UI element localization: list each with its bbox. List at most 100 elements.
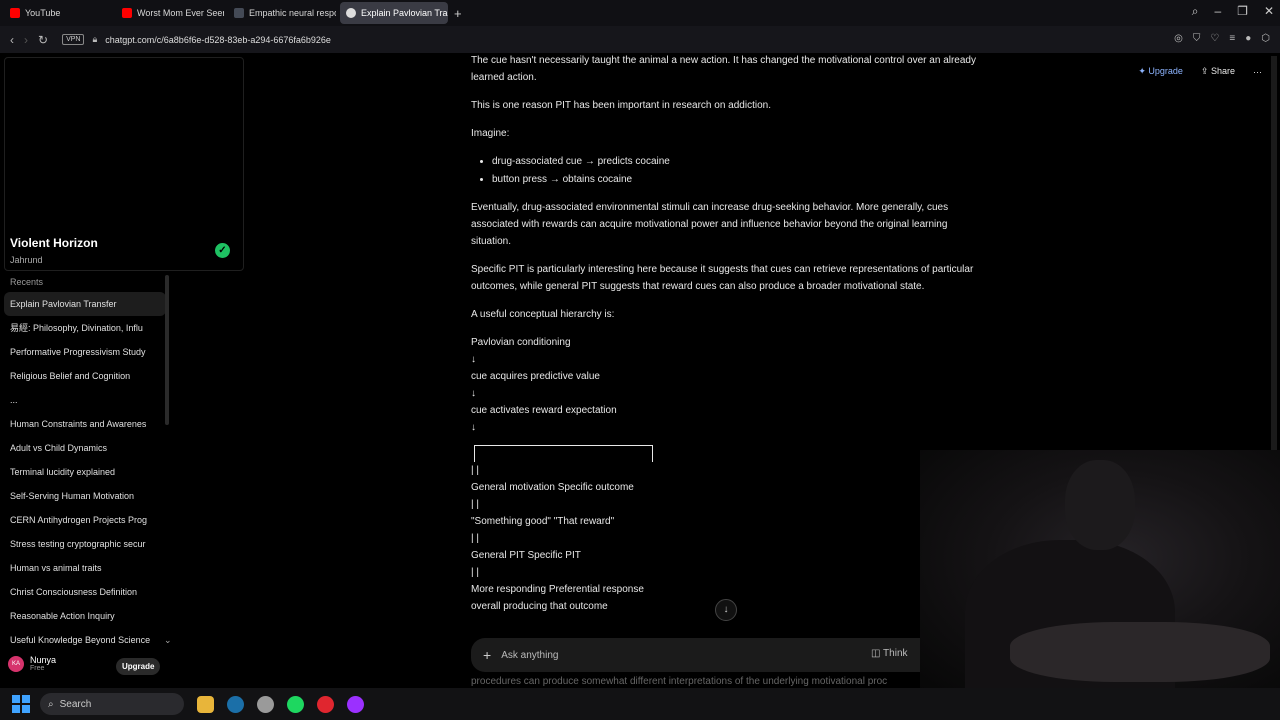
scroll-to-bottom-button[interactable]: ↓ xyxy=(715,599,737,621)
message-paragraph: A useful conceptual hierarchy is: xyxy=(471,309,615,320)
address-bar-actions: ◎ ⛉ ♡ ≡ ● ⬡ xyxy=(1174,33,1270,44)
new-tab-button[interactable]: + xyxy=(454,6,462,21)
chatgpt-icon xyxy=(346,8,356,18)
opera-icon[interactable] xyxy=(317,695,334,713)
lock-icon[interactable]: 🔒︎ xyxy=(92,34,97,45)
upgrade-label: Upgrade xyxy=(1148,66,1183,76)
extension-icon[interactable]: ⬡ xyxy=(1261,33,1270,44)
tab-title: Empathic neural response xyxy=(249,8,336,18)
more-options-button[interactable]: ··· xyxy=(1253,67,1262,77)
webcam-person-head xyxy=(1065,460,1135,550)
hierarchy-line: ↓ xyxy=(471,354,476,365)
page-scrollbar[interactable] xyxy=(1271,56,1277,450)
header-actions: ✦ Upgrade ⇪ Share ··· xyxy=(1138,66,1262,77)
minimize-icon[interactable]: – xyxy=(1214,4,1221,19)
url-field[interactable]: chatgpt.com/c/6a8b6f6e-d528-83eb-a294-66… xyxy=(105,35,331,45)
recent-chat[interactable]: Human vs animal traits xyxy=(4,556,166,580)
tab-worst-mom[interactable]: Worst Mom Ever Seen on xyxy=(116,2,224,24)
bullet-list: drug-associated cue → predicts cocaine b… xyxy=(492,153,986,188)
camera-icon[interactable]: ◎ xyxy=(1174,33,1183,44)
close-icon[interactable]: ✕ xyxy=(1264,4,1274,19)
recent-chat[interactable]: Reasonable Action Inquiry xyxy=(4,604,166,628)
recent-chat[interactable]: Religious Belief and Cognition xyxy=(4,364,166,388)
taskbar-search[interactable]: ⌕ Search xyxy=(40,693,184,715)
recent-chat[interactable]: Stress testing cryptographic secur xyxy=(4,532,166,556)
think-label: Think xyxy=(883,648,908,659)
hierarchy-line: ↓ xyxy=(471,422,476,433)
address-bar: ‹ › ↻ VPN 🔒︎ chatgpt.com/c/6a8b6f6e-d528… xyxy=(0,26,1280,53)
recent-chat[interactable]: Terminal lucidity explained xyxy=(4,460,166,484)
recent-chat[interactable]: ... xyxy=(4,388,166,412)
list-item: drug-associated cue → predicts cocaine xyxy=(492,153,986,170)
search-icon: ⌕ xyxy=(48,698,54,710)
tab-youtube[interactable]: YouTube xyxy=(4,2,112,24)
tab-title: YouTube xyxy=(25,8,61,18)
profile-icon[interactable]: ● xyxy=(1245,33,1251,44)
menu-icon[interactable]: ≡ xyxy=(1229,33,1235,44)
hierarchy-line: | | xyxy=(471,567,479,578)
restore-icon[interactable]: ❐ xyxy=(1237,4,1248,19)
recent-chat[interactable]: Self-Serving Human Motivation xyxy=(4,484,166,508)
user-menu[interactable]: KA Nunya Free xyxy=(8,655,56,672)
check-icon: ✓ xyxy=(215,243,230,258)
conceptual-hierarchy: Pavlovian conditioning ↓ cue acquires pr… xyxy=(471,334,986,615)
document-icon xyxy=(234,8,244,18)
shield-icon[interactable]: ⛉ xyxy=(1193,33,1201,44)
truncated-text: procedures can produce somewhat differen… xyxy=(471,676,888,687)
recent-chat[interactable]: Christ Consciousness Definition xyxy=(4,580,166,604)
add-attachment-button[interactable]: + xyxy=(483,647,491,663)
share-button[interactable]: ⇪ Share xyxy=(1201,66,1235,77)
hierarchy-line: | | xyxy=(471,533,479,544)
prompt-input[interactable] xyxy=(501,649,842,661)
chevron-down-icon[interactable]: ⌄ xyxy=(164,635,172,646)
browser-tab-bar: YouTube Worst Mom Ever Seen on Empathic … xyxy=(0,0,1280,26)
webcam-overlay xyxy=(920,450,1280,690)
recent-chat[interactable]: CERN Antihydrogen Projects Prog xyxy=(4,508,166,532)
recent-chat[interactable]: Performative Progressivism Study xyxy=(4,340,166,364)
recent-chat[interactable]: Human Constraints and Awarenes xyxy=(4,412,166,436)
sidebar-scrollbar[interactable] xyxy=(165,275,169,425)
recent-chat[interactable]: Explain Pavlovian Transfer xyxy=(4,292,166,316)
youtube-icon xyxy=(10,8,20,18)
steam-icon[interactable] xyxy=(227,695,244,713)
vpn-badge[interactable]: VPN xyxy=(62,34,85,45)
search-label: Search xyxy=(59,698,92,710)
reload-icon[interactable]: ↻ xyxy=(38,33,48,47)
message-paragraph: This is one reason PIT has been importan… xyxy=(471,100,771,111)
hierarchy-branch-line xyxy=(474,445,653,462)
file-explorer-icon[interactable] xyxy=(197,695,214,713)
message-paragraph: Eventually, drug-associated environmenta… xyxy=(471,202,949,247)
upgrade-button[interactable]: Upgrade xyxy=(116,658,161,675)
windows-start-icon[interactable] xyxy=(12,695,30,713)
tab-explain-pavlovian[interactable]: Explain Pavlovian Transfer xyxy=(340,2,448,24)
user-name: Nunya xyxy=(30,655,57,665)
app-icon[interactable] xyxy=(257,695,274,713)
share-label: Share xyxy=(1210,66,1235,76)
webcam-person-arm xyxy=(1010,622,1270,682)
recent-chat[interactable]: Useful Knowledge Beyond Science xyxy=(4,628,166,652)
recent-chat[interactable]: 易經: Philosophy, Divination, Influ xyxy=(4,316,166,340)
think-button[interactable]: ◫ Think xyxy=(871,648,908,659)
hierarchy-line: cue activates reward expectation xyxy=(471,405,617,416)
opera-gx-icon[interactable] xyxy=(347,695,364,713)
search-icon[interactable]: ⌕ xyxy=(1192,4,1199,19)
hierarchy-line: Pavlovian conditioning xyxy=(471,337,571,348)
hierarchy-line: | | xyxy=(471,499,479,510)
profile-subtitle: Jahrund xyxy=(10,255,43,265)
upgrade-link[interactable]: ✦ Upgrade xyxy=(1138,66,1183,77)
heart-icon[interactable]: ♡ xyxy=(1210,33,1219,44)
back-icon[interactable]: ‹ xyxy=(10,33,14,47)
hierarchy-line: "Something good" "That reward" xyxy=(471,516,615,527)
recent-chat[interactable]: Adult vs Child Dynamics xyxy=(4,436,166,460)
hierarchy-line: More responding Preferential response xyxy=(471,584,644,595)
forward-icon[interactable]: › xyxy=(24,33,28,47)
tab-empathic[interactable]: Empathic neural response xyxy=(228,2,336,24)
recents-header: Recents xyxy=(10,277,44,287)
youtube-icon xyxy=(122,8,132,18)
tab-title: Worst Mom Ever Seen on xyxy=(137,8,224,18)
message-paragraph: The cue hasn't necessarily taught the an… xyxy=(471,55,976,83)
taskbar: ⌕ Search xyxy=(0,688,1280,720)
spotify-icon[interactable] xyxy=(287,695,304,713)
hierarchy-line: cue acquires predictive value xyxy=(471,371,600,382)
composer: + ◫ Think xyxy=(471,638,920,672)
